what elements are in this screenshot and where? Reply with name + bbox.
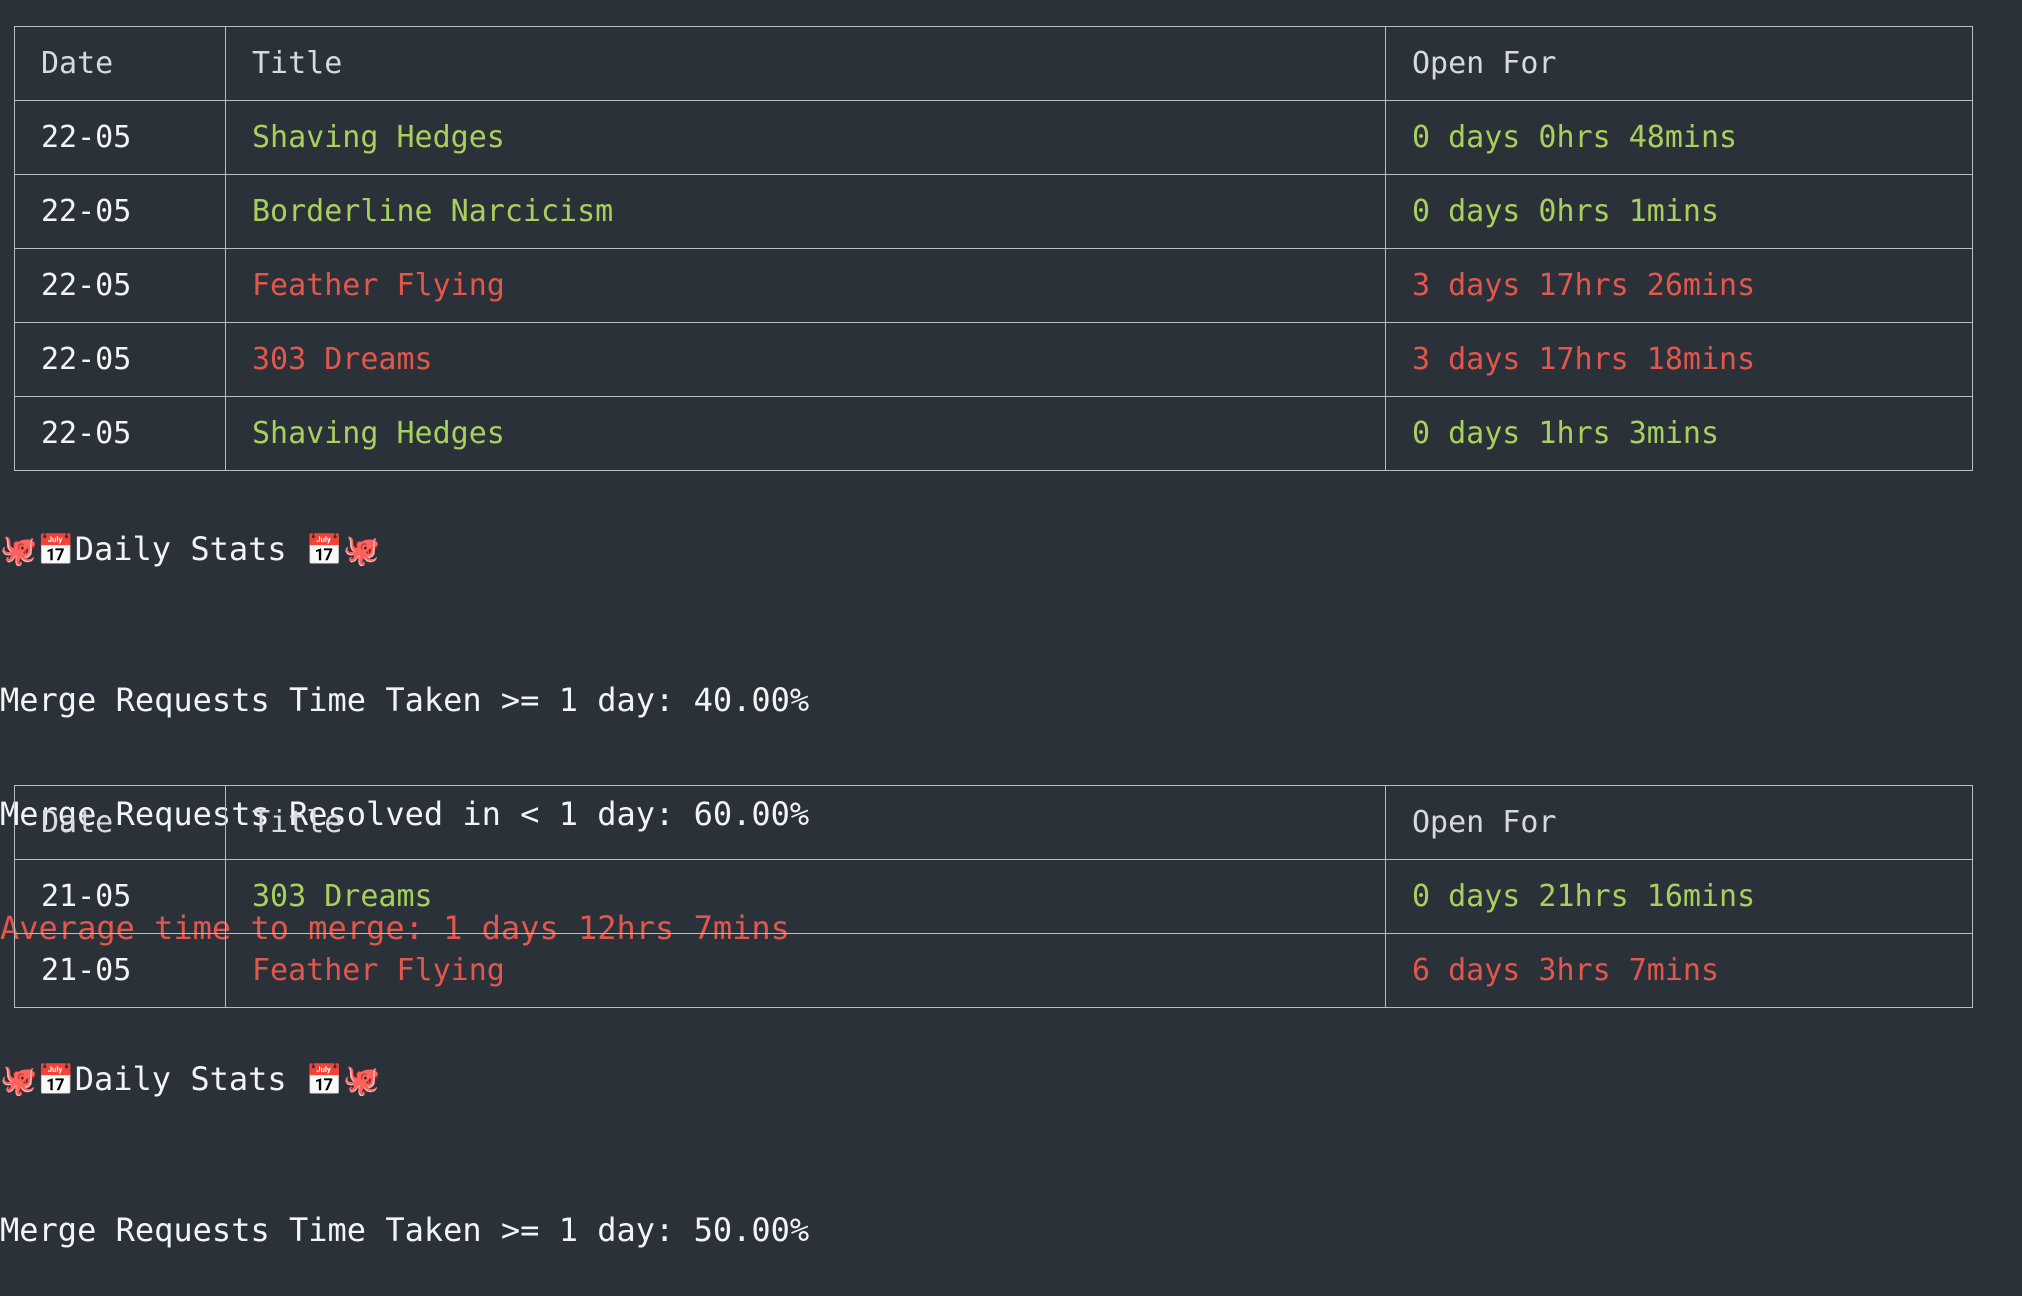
stat-time-taken-over-day: Merge Requests Time Taken >= 1 day: 50.0…: [0, 1211, 810, 1249]
stat-time-taken-over-day: Merge Requests Time Taken >= 1 day: 40.0…: [0, 681, 810, 719]
octopus-icon: 🐙: [0, 1063, 38, 1098]
cell-open-for: 6 days 3hrs 7mins: [1385, 933, 1973, 1008]
cell-title: 303 Dreams: [225, 859, 1386, 934]
cell-open-for: 0 days 0hrs 1mins: [1385, 174, 1973, 249]
daily-stats-heading: 🐙📅Daily Stats 📅🐙: [0, 1063, 809, 1096]
merge-requests-table-1: Date Title Open For 22-05 Shaving Hedges…: [14, 26, 1973, 471]
daily-stats-title: Daily Stats: [74, 530, 287, 568]
cell-open-for: 0 days 0hrs 48mins: [1385, 100, 1973, 175]
cell-title: Feather Flying: [225, 933, 1386, 1008]
cell-title: 303 Dreams: [225, 322, 1386, 397]
cell-title: Borderline Narcicism: [225, 174, 1386, 249]
table-header-row: Date Title Open For: [14, 26, 1973, 101]
cell-title: Shaving Hedges: [225, 100, 1386, 175]
cell-open-for: 3 days 17hrs 26mins: [1385, 248, 1973, 323]
cell-title: Feather Flying: [225, 248, 1386, 323]
table-header: Date Title Open For: [14, 26, 1973, 101]
cell-date: 22-05: [14, 100, 226, 175]
table-header-row: Date Title Open For: [14, 785, 1973, 860]
calendar-icon: 📅: [37, 533, 75, 568]
calendar-icon: 📅: [37, 1063, 75, 1098]
calendar-icon: 📅: [305, 1063, 344, 1098]
table-row: 22-05 303 Dreams 3 days 17hrs 18mins: [14, 322, 1973, 397]
cell-date: 22-05: [14, 174, 226, 249]
table-body: 22-05 Shaving Hedges 0 days 0hrs 48mins …: [14, 100, 1973, 471]
octopus-icon: 🐙: [343, 1063, 381, 1098]
table-row: 21-05 Feather Flying 6 days 3hrs 7mins: [14, 933, 1973, 1008]
cell-open-for: 0 days 21hrs 16mins: [1385, 859, 1973, 934]
octopus-icon: 🐙: [343, 533, 381, 568]
column-header-title: Title: [225, 26, 1386, 101]
column-header-date: Date: [14, 785, 226, 860]
cell-open-for: 0 days 1hrs 3mins: [1385, 396, 1973, 471]
octopus-icon: 🐙: [0, 533, 38, 568]
calendar-icon: 📅: [305, 533, 344, 568]
cell-title: Shaving Hedges: [225, 396, 1386, 471]
daily-stats-block-2: 🐙📅Daily Stats 📅🐙 Merge Requests Time Tak…: [0, 1063, 809, 1296]
cell-date: 22-05: [14, 248, 226, 323]
cell-date: 22-05: [14, 396, 226, 471]
daily-stats-title: Daily Stats: [74, 1060, 287, 1098]
column-header-date: Date: [14, 26, 226, 101]
merge-requests-table-2: Date Title Open For 21-05 303 Dreams 0 d…: [14, 785, 1973, 1008]
terminal-output-page: Date Title Open For 22-05 Shaving Hedges…: [0, 0, 2022, 1296]
daily-stats-lines: Merge Requests Time Taken >= 1 day: 50.0…: [0, 1135, 809, 1296]
table-body: 21-05 303 Dreams 0 days 21hrs 16mins 21-…: [14, 859, 1973, 1008]
cell-open-for: 3 days 17hrs 18mins: [1385, 322, 1973, 397]
cell-date: 22-05: [14, 322, 226, 397]
table-row: 22-05 Shaving Hedges 0 days 0hrs 48mins: [14, 100, 1973, 175]
table-row: 22-05 Shaving Hedges 0 days 1hrs 3mins: [14, 396, 1973, 471]
column-header-open-for: Open For: [1385, 26, 1973, 101]
table-header: Date Title Open For: [14, 785, 1973, 860]
table-row: 21-05 303 Dreams 0 days 21hrs 16mins: [14, 859, 1973, 934]
cell-date: 21-05: [14, 933, 226, 1008]
table-row: 22-05 Feather Flying 3 days 17hrs 26mins: [14, 248, 1973, 323]
cell-date: 21-05: [14, 859, 226, 934]
column-header-open-for: Open For: [1385, 785, 1973, 860]
column-header-title: Title: [225, 785, 1386, 860]
daily-stats-heading: 🐙📅Daily Stats 📅🐙: [0, 533, 809, 566]
table-row: 22-05 Borderline Narcicism 0 days 0hrs 1…: [14, 174, 1973, 249]
